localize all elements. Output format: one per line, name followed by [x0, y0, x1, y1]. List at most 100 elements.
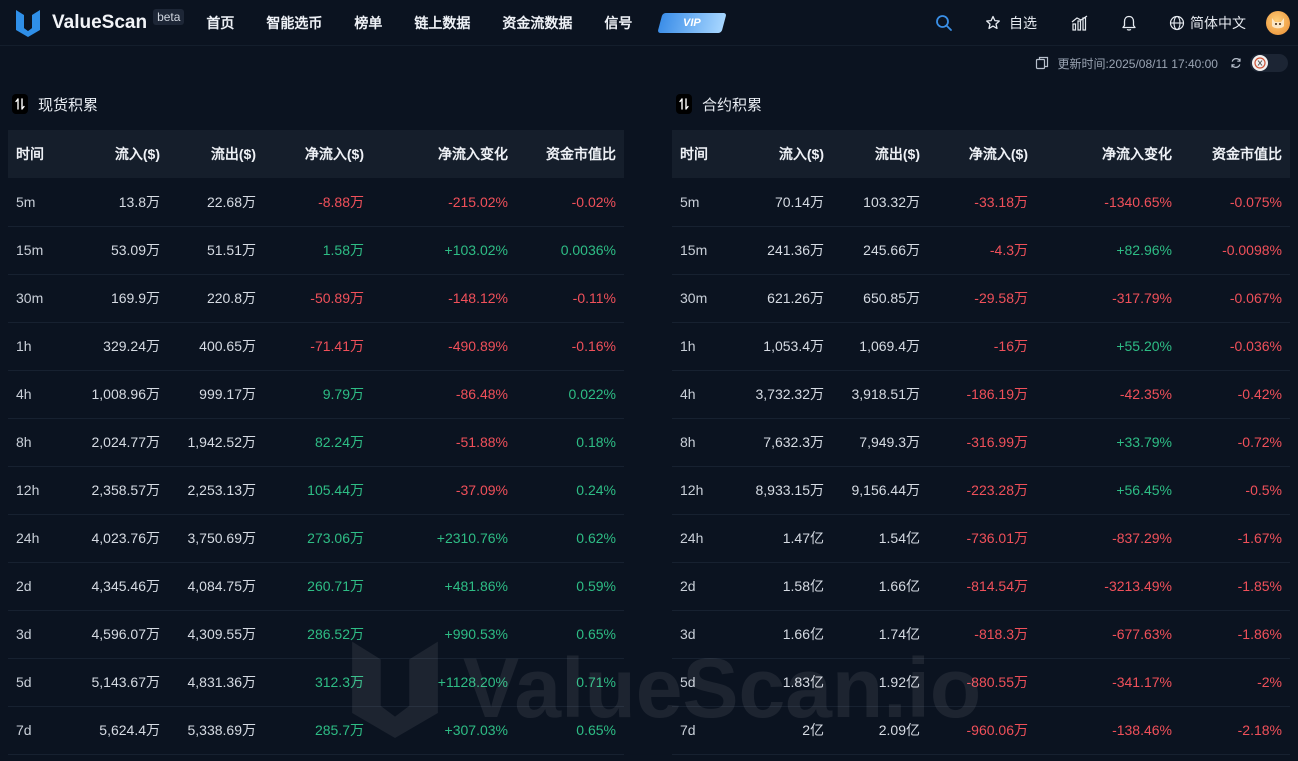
notification-button[interactable] [1121, 15, 1137, 32]
netflow-change-cell: -215.02% [448, 193, 508, 210]
copy-icon[interactable] [1035, 56, 1049, 70]
table-row[interactable]: 8h 2,024.77万 1,942.52万 82.24万 -51.88% 0.18% [8, 418, 624, 466]
table-header-row: 时间 流入($) 流出($) 净流入($) 净流入变化 资金市值比 [672, 130, 1290, 178]
table-row[interactable]: 15m 241.36万 245.66万 -4.3万 +82.96% -0.0098% [672, 226, 1290, 274]
col-netflow-change[interactable]: 净流入变化 [372, 130, 516, 178]
netflow-cell: -50.89万 [310, 290, 364, 306]
table-row[interactable]: 4h 3,732.32万 3,918.51万 -186.19万 -42.35% -0.42… [672, 370, 1290, 418]
table-row[interactable]: 30m 621.26万 650.85万 -29.58万 -317.79% -0.067% [672, 274, 1290, 322]
theme-toggle[interactable] [1250, 54, 1288, 72]
inflow-cell: 1.66亿 [782, 626, 824, 642]
netflow-change-cell: -86.48% [455, 386, 508, 402]
outflow-cell: 3,918.51万 [851, 386, 921, 402]
table-row[interactable]: 12h 8,933.15万 9,156.44万 -223.28万 +56.45% -0.5… [672, 466, 1290, 514]
shiba-avatar-icon [1272, 18, 1284, 29]
outflow-cell: 650.85万 [863, 290, 920, 306]
nav-onchain-data[interactable]: 链上数据 [414, 13, 470, 33]
netflow-cell: -316.99万 [966, 434, 1028, 450]
col-netflow[interactable]: 净流入($) [928, 130, 1036, 178]
table-row[interactable]: 2d 1.58亿 1.66亿 -814.54万 -3213.49% -1.85% [672, 562, 1290, 610]
toggle-knob [1252, 55, 1268, 71]
valuescan-logo-icon [16, 9, 40, 37]
table-row[interactable]: 24h 1.47亿 1.54亿 -736.01万 -837.29% -1.67% [672, 514, 1290, 562]
time-cell: 30m [16, 290, 44, 306]
ratio-cell: -0.075% [1229, 193, 1282, 210]
inflow-cell: 5,624.4万 [99, 722, 160, 738]
search-button[interactable] [935, 14, 953, 32]
outflow-cell: 1,942.52万 [187, 434, 257, 450]
table-row[interactable]: 8h 7,632.3万 7,949.3万 -316.99万 +33.79% -0.72% [672, 418, 1290, 466]
table-row[interactable]: 4h 1,008.96万 999.17万 9.79万 -86.48% 0.022% [8, 370, 624, 418]
user-avatar[interactable] [1266, 11, 1290, 35]
outflow-cell: 245.66万 [863, 242, 920, 258]
table-row[interactable]: 30m 169.9万 220.8万 -50.89万 -148.12% -0.11% [8, 274, 624, 322]
outflow-cell: 4,084.75万 [187, 578, 257, 594]
col-netflow-change[interactable]: 净流入变化 [1036, 130, 1180, 178]
netflow-cell: -33.18万 [974, 193, 1028, 210]
table-row[interactable]: 15m 53.09万 51.51万 1.58万 +103.02% 0.0036% [8, 226, 624, 274]
time-cell: 3d [16, 626, 32, 642]
nav-home[interactable]: 首页 [206, 13, 234, 33]
refresh-icon[interactable] [1230, 57, 1242, 69]
table-row[interactable]: 3d 1.66亿 1.74亿 -818.3万 -677.63% -1.86% [672, 610, 1290, 658]
col-outflow[interactable]: 流出($) [832, 130, 928, 178]
table-row[interactable]: 5m 13.8万 22.68万 -8.88万 -215.02% -0.02% [8, 178, 624, 226]
nav-smart-picker[interactable]: 智能选币 [266, 13, 322, 33]
inflow-cell: 2亿 [802, 722, 824, 738]
outflow-cell: 999.17万 [199, 386, 256, 402]
inflow-cell: 169.9万 [110, 290, 160, 306]
outflow-cell: 7,949.3万 [859, 434, 920, 450]
vip-badge[interactable]: VIP [657, 12, 728, 33]
table-row[interactable]: 1h 1,053.4万 1,069.4万 -16万 +55.20% -0.036% [672, 322, 1290, 370]
time-cell: 8h [680, 434, 696, 450]
watchlist-label: 自选 [1009, 15, 1037, 31]
spot-title-text: 现货积累 [38, 96, 99, 114]
time-cell: 12h [680, 482, 704, 498]
netflow-change-cell: -317.79% [1112, 290, 1172, 306]
ratio-cell: -0.036% [1229, 338, 1282, 354]
nav-fund-flow[interactable]: 资金流数据 [502, 13, 572, 33]
ratio-cell: -0.0098% [1222, 242, 1282, 258]
netflow-cell: -8.88万 [318, 193, 364, 210]
table-row[interactable]: 5d 1.83亿 1.92亿 -880.55万 -341.17% -2% [672, 658, 1290, 706]
update-bar: 更新时间:2025/08/11 17:40:00 [1035, 52, 1288, 74]
col-outflow[interactable]: 流出($) [168, 130, 264, 178]
table-header-row: 时间 流入($) 流出($) 净流入($) 净流入变化 资金市值比 [8, 130, 624, 178]
main-nav: 首页 智能选币 榜单 链上数据 资金流数据 信号 VIP [206, 12, 728, 33]
col-netflow[interactable]: 净流入($) [264, 130, 372, 178]
time-cell: 24h [680, 530, 704, 546]
table-row[interactable]: 7d 5,624.4万 5,338.69万 285.7万 +307.03% 0.65% [8, 706, 624, 754]
outflow-cell: 103.32万 [863, 193, 920, 210]
col-time[interactable]: 时间 [8, 130, 78, 178]
col-fund-mcap-ratio[interactable]: 资金市值比 [1180, 130, 1290, 178]
brand[interactable]: ValueScan beta [14, 8, 185, 38]
netflow-cell: 105.44万 [307, 482, 364, 498]
table-row[interactable]: 12h 2,358.57万 2,253.13万 105.44万 -37.09% 0.24% [8, 466, 624, 514]
watchlist-button[interactable]: 自选 [985, 13, 1037, 33]
table-row[interactable]: 3d 4,596.07万 4,309.55万 286.52万 +990.53% 0.65% [8, 610, 624, 658]
language-selector[interactable]: 简体中文 [1169, 13, 1246, 33]
col-time[interactable]: 时间 [672, 130, 742, 178]
ratio-cell: -0.72% [1237, 434, 1282, 450]
nav-signals[interactable]: 信号 [604, 13, 632, 33]
outflow-cell: 9,156.44万 [851, 482, 921, 498]
col-inflow[interactable]: 流入($) [78, 130, 168, 178]
ratio-cell: 0.022% [568, 386, 616, 402]
table-row[interactable]: 2d 4,345.46万 4,084.75万 260.71万 +481.86% 0.59% [8, 562, 624, 610]
inflow-cell: 13.8万 [118, 193, 160, 210]
col-inflow[interactable]: 流入($) [742, 130, 832, 178]
table-row[interactable]: 5d 5,143.67万 4,831.36万 312.3万 +1128.20% 0.71% [8, 658, 624, 706]
table-row[interactable]: 1h 329.24万 400.65万 -71.41万 -490.89% -0.16% [8, 322, 624, 370]
netflow-change-cell: -42.35% [1119, 386, 1172, 402]
nav-rankings[interactable]: 榜单 [354, 13, 382, 33]
table-row[interactable]: 5m 70.14万 103.32万 -33.18万 -1340.65% -0.075% [672, 178, 1290, 226]
table-row[interactable]: 7d 2亿 2.09亿 -960.06万 -138.46% -2.18% [672, 706, 1290, 754]
netflow-cell: -4.3万 [989, 242, 1028, 258]
chart-button[interactable] [1071, 15, 1089, 31]
netflow-change-cell: +481.86% [444, 578, 508, 594]
table-row[interactable]: 24h 4,023.76万 3,750.69万 273.06万 +2310.76% 0.6… [8, 514, 624, 562]
col-fund-mcap-ratio[interactable]: 资金市值比 [516, 130, 624, 178]
search-icon [936, 15, 952, 31]
inflow-cell: 70.14万 [774, 193, 824, 210]
time-cell: 1h [680, 338, 696, 354]
